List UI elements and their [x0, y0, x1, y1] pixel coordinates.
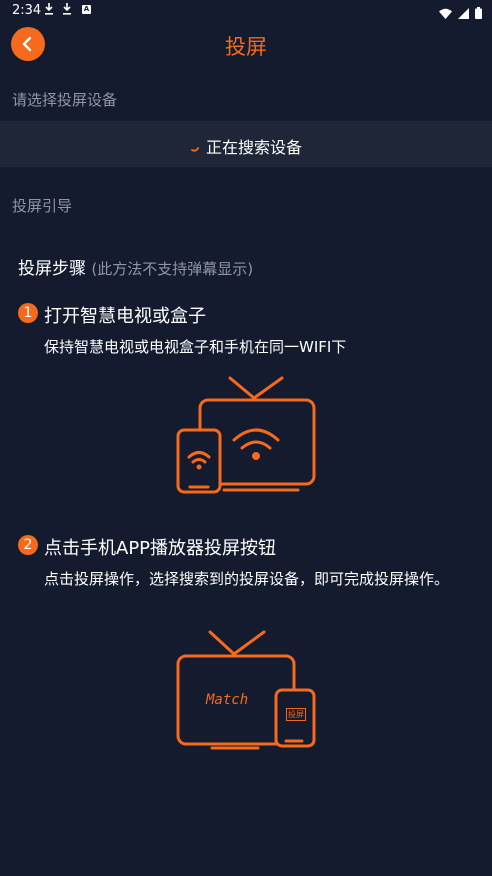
device-search-row[interactable]: 正在搜索设备	[0, 121, 492, 167]
page-title: 投屏	[225, 35, 267, 59]
select-device-label: 请选择投屏设备	[12, 91, 118, 109]
download-icon	[44, 3, 54, 18]
steps-heading: 投屏步骤 (此方法不支持弹幕显示)	[18, 254, 253, 279]
tv-screen-text: Match	[206, 692, 249, 708]
step-title: 点击手机APP播放器投屏按钮	[44, 538, 277, 559]
steps-title: 投屏步骤	[18, 259, 86, 279]
loading-spinner-icon	[190, 137, 200, 156]
signal-icon	[458, 4, 469, 23]
tv-phone-wifi-illustration	[176, 376, 316, 494]
status-time: 2:34	[12, 3, 42, 18]
step-description: 点击投屏操作，选择搜索到的投屏设备，即可完成投屏操作。	[44, 570, 450, 588]
step-description: 保持智慧电视或电视盒子和手机在同一WIFI下	[44, 338, 347, 356]
searching-text: 正在搜索设备	[205, 138, 302, 157]
wifi-icon	[439, 4, 452, 23]
tv-phone-cast-illustration: Match 投屏	[174, 628, 320, 752]
step-number-badge: 1	[18, 303, 38, 323]
step-number-badge: 2	[18, 535, 38, 555]
app-notification-icon: A	[82, 5, 91, 14]
status-bar: 2:34 A	[0, 0, 492, 22]
battery-icon	[475, 4, 482, 23]
guide-label: 投屏引导	[12, 197, 73, 215]
steps-note: (此方法不支持弹幕显示)	[91, 260, 254, 278]
download-icon	[62, 3, 72, 18]
step-title: 打开智慧电视或盒子	[44, 306, 206, 327]
phone-screen-text: 投屏	[286, 708, 306, 721]
